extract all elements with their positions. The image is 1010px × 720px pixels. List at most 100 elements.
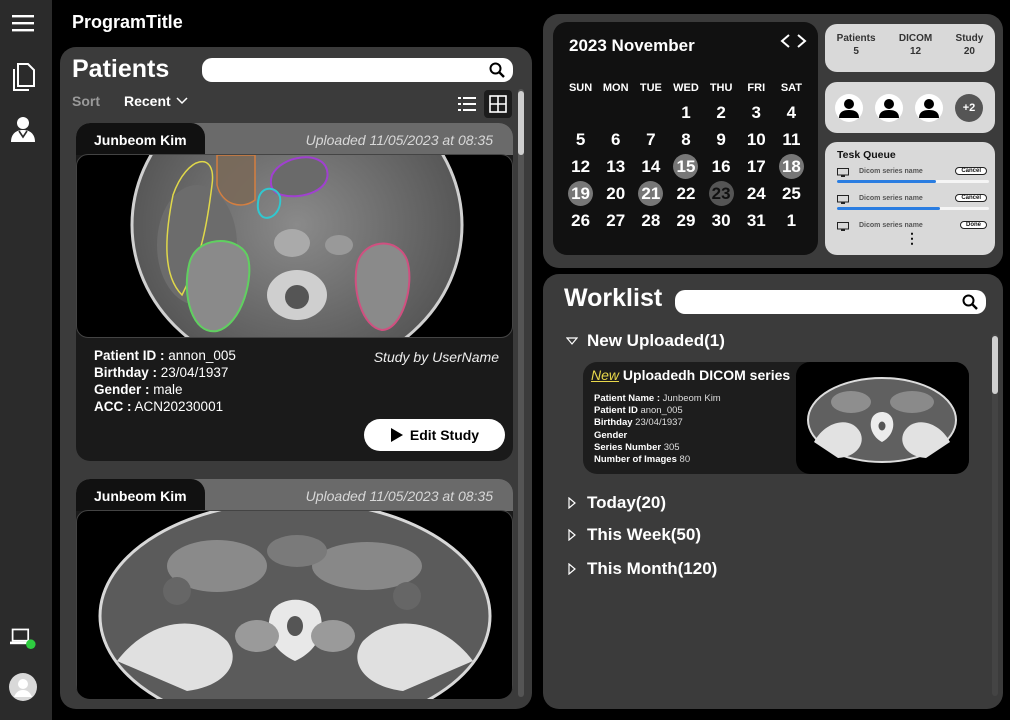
- calendar-day[interactable]: 7: [633, 127, 668, 154]
- stat-label: Study: [955, 33, 984, 44]
- calendar-day[interactable]: 25: [774, 180, 809, 207]
- calendar-day[interactable]: 19: [563, 180, 598, 207]
- edit-study-button[interactable]: Edit Study: [364, 419, 505, 451]
- calendar-day[interactable]: 3: [739, 100, 774, 127]
- calendar-day[interactable]: 20: [598, 180, 633, 207]
- calendar-day[interactable]: 14: [633, 154, 668, 181]
- cancel-button[interactable]: Cancel: [955, 194, 987, 202]
- calendar-day[interactable]: 27: [598, 207, 633, 234]
- calendar-day[interactable]: 10: [739, 127, 774, 154]
- cancel-button[interactable]: Cancel: [955, 167, 987, 175]
- acc-value: ACN20230001: [134, 399, 224, 414]
- done-button[interactable]: Done: [960, 221, 987, 229]
- more-tasks-icon[interactable]: ⋮: [905, 231, 919, 245]
- grid-view-button[interactable]: [484, 90, 512, 118]
- group-new-uploaded[interactable]: New Uploaded(1): [565, 331, 725, 351]
- worklist-panel: Worklist New Uploaded(1) New Uploadedh D…: [543, 274, 1003, 709]
- chevron-left-icon[interactable]: [779, 34, 791, 48]
- calendar-day[interactable]: 11: [774, 127, 809, 154]
- more-users-button[interactable]: +2: [955, 93, 983, 122]
- calendar-day[interactable]: 30: [704, 207, 739, 234]
- ct-scan-image[interactable]: [76, 510, 513, 699]
- list-view-button[interactable]: [453, 90, 481, 118]
- calendar-day[interactable]: 1: [668, 100, 703, 127]
- task-queue-title: Tesk Queue: [837, 149, 896, 161]
- stat-dicom[interactable]: DICOM 12: [899, 33, 932, 72]
- play-icon: [390, 428, 403, 442]
- sort-label: Sort: [72, 93, 100, 109]
- calendar-day[interactable]: 12: [563, 154, 598, 181]
- user-icon: [879, 98, 899, 118]
- patient-name: Junbeom Kim: [76, 479, 205, 511]
- field-value: 305: [661, 441, 680, 453]
- user-avatar[interactable]: [875, 93, 903, 122]
- chevron-right-icon[interactable]: [796, 34, 808, 48]
- calendar-day[interactable]: 1: [774, 207, 809, 234]
- patients-panel: Patients Sort Recent Junbeom Kim Uploade…: [60, 47, 532, 709]
- calendar-day[interactable]: 8: [668, 127, 703, 154]
- calendar-day[interactable]: 4: [774, 100, 809, 127]
- acc-label: ACC :: [94, 399, 132, 414]
- ct-scan-image[interactable]: [76, 154, 513, 338]
- patient-card[interactable]: Junbeom Kim Uploaded 11/05/2023 at 08:35…: [76, 123, 513, 461]
- stat-value: 12: [909, 46, 922, 57]
- calendar-day[interactable]: 13: [598, 154, 633, 181]
- calendar-day[interactable]: 5: [563, 127, 598, 154]
- laptop-status-icon[interactable]: [10, 626, 36, 652]
- calendar-day[interactable]: 21: [633, 180, 668, 207]
- stat-value: 20: [963, 46, 975, 57]
- field-value: 80: [676, 454, 691, 466]
- user-avatar[interactable]: [835, 93, 863, 122]
- chevron-down-icon: [176, 97, 188, 105]
- documents-icon[interactable]: [10, 63, 36, 91]
- patient-name: Junbeom Kim: [76, 123, 205, 155]
- stat-study[interactable]: Study 20: [956, 33, 984, 72]
- patients-scrollbar[interactable]: [518, 89, 524, 697]
- new-tag: New: [591, 367, 620, 383]
- user-avatar-icon[interactable]: [9, 673, 37, 701]
- group-label: Today(20): [587, 493, 667, 512]
- calendar-day[interactable]: 16: [704, 154, 739, 181]
- group-label: This Week(50): [587, 525, 702, 544]
- sort-dropdown[interactable]: Recent: [124, 93, 188, 109]
- upload-date: Uploaded 11/05/2023 at 08:35: [305, 488, 493, 504]
- group-this-week[interactable]: This Week(50): [565, 525, 701, 545]
- weekday-label: TUE: [639, 82, 662, 94]
- doctor-icon[interactable]: [10, 116, 36, 142]
- weekday-label: FRI: [747, 82, 766, 94]
- stat-patients[interactable]: Patients 5: [837, 33, 876, 72]
- group-this-month[interactable]: This Month(120): [565, 559, 717, 579]
- progress-bar: [837, 180, 989, 183]
- search-icon[interactable]: [489, 62, 505, 78]
- dicom-series-card[interactable]: New Uploadedh DICOM series Patient Name …: [583, 362, 969, 474]
- stat-label: Patients: [836, 33, 876, 44]
- calendar-day[interactable]: 26: [563, 207, 598, 234]
- worklist-scroll-thumb[interactable]: [992, 336, 998, 394]
- patients-scroll-thumb[interactable]: [518, 91, 524, 155]
- calendar-day[interactable]: 31: [739, 207, 774, 234]
- stats-summary: Patients 5 DICOM 12 Study 20: [825, 24, 995, 72]
- patient-card[interactable]: Junbeom Kim Uploaded 11/05/2023 at 08:35: [76, 479, 513, 699]
- calendar-day[interactable]: 15: [668, 154, 703, 181]
- calendar-day[interactable]: 28: [633, 207, 668, 234]
- app-title: ProgramTitle: [72, 12, 183, 32]
- calendar-day[interactable]: 18: [774, 154, 809, 181]
- worklist-search-input[interactable]: [675, 290, 986, 314]
- calendar-day[interactable]: 29: [668, 207, 703, 234]
- patient-info: Patient ID : annon_005 Birthday : 23/04/…: [94, 347, 236, 415]
- calendar-day[interactable]: 22: [668, 180, 703, 207]
- calendar-day[interactable]: 2: [704, 100, 739, 127]
- patient-id-value: annon_005: [168, 348, 236, 363]
- calendar-day[interactable]: 24: [739, 180, 774, 207]
- calendar-day[interactable]: 9: [704, 127, 739, 154]
- patients-search-input[interactable]: [202, 58, 513, 82]
- group-today[interactable]: Today(20): [565, 493, 666, 513]
- calendar-day[interactable]: 23: [704, 180, 739, 207]
- search-icon[interactable]: [962, 294, 978, 310]
- calendar-day[interactable]: 17: [739, 154, 774, 181]
- calendar-day[interactable]: 6: [598, 127, 633, 154]
- series-thumbnail[interactable]: [796, 362, 969, 474]
- weekday-label: WED: [673, 82, 699, 94]
- user-avatar[interactable]: [915, 93, 943, 122]
- menu-icon[interactable]: [10, 10, 36, 36]
